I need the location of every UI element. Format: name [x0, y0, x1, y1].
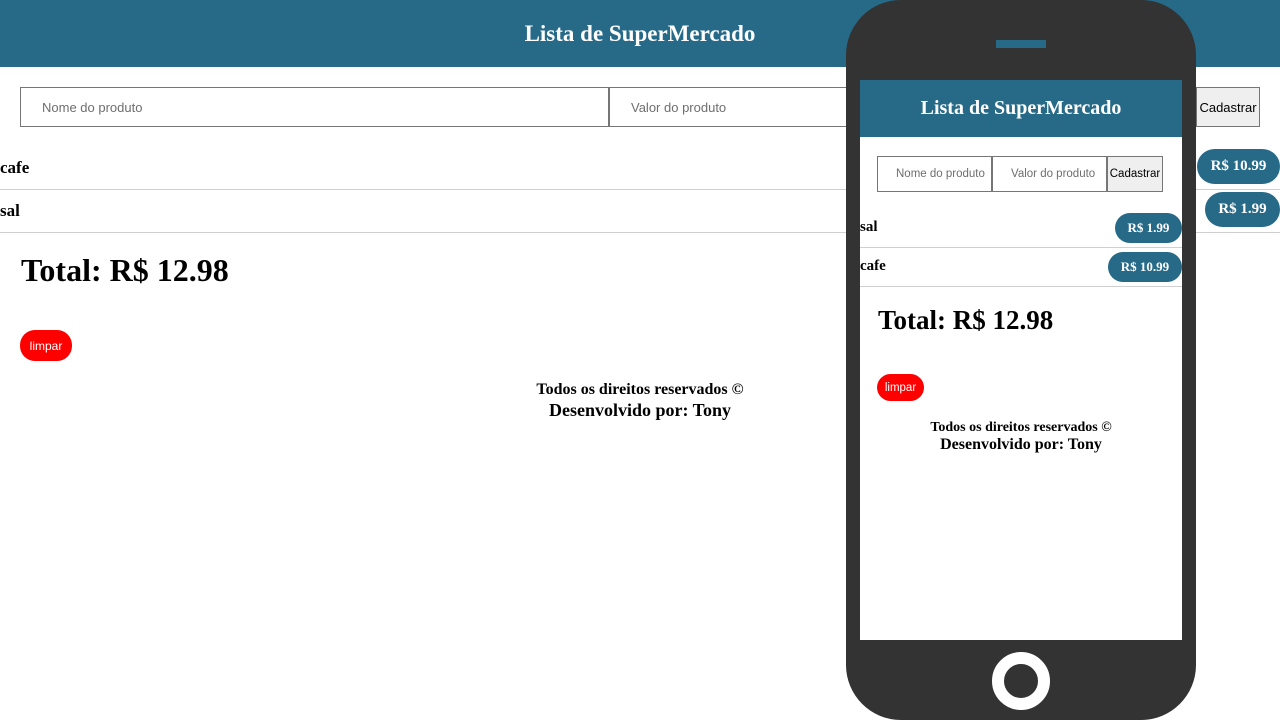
page-title: Lista de SuperMercado	[524, 20, 756, 46]
mobile-product-name-input[interactable]	[877, 156, 992, 192]
mobile-total-amount: Total: R$ 12.98	[878, 305, 1054, 335]
product-value-input[interactable]	[609, 87, 847, 127]
item-name: sal	[0, 201, 20, 220]
price-badge: R$ 10.99	[1197, 149, 1280, 184]
mobile-price-badge: R$ 1.99	[1115, 213, 1182, 243]
mobile-item-name: cafe	[860, 258, 886, 274]
price-badge: R$ 1.99	[1205, 192, 1280, 227]
footer-developer: Desenvolvido por: Tony	[548, 400, 732, 420]
mobile-clear-button[interactable]: limpar	[877, 374, 924, 401]
mobile-app-header: Lista de SuperMercado	[860, 80, 1182, 137]
total-amount: Total: R$ 12.98	[21, 252, 229, 288]
phone-screen: Lista de SuperMercado Cadastrar sal cafe…	[860, 80, 1182, 640]
mobile-footer-developer: Desenvolvido por: Tony	[940, 436, 1102, 453]
item-name: cafe	[0, 158, 30, 177]
footer-rights: Todos os direitos reservados ©	[536, 381, 744, 398]
mobile-price-badge: R$ 10.99	[1108, 252, 1182, 282]
mobile-product-value-input[interactable]	[992, 156, 1107, 192]
home-button-icon	[992, 652, 1050, 710]
register-button[interactable]: Cadastrar	[1196, 87, 1260, 127]
mobile-register-button[interactable]: Cadastrar	[1107, 156, 1163, 192]
product-name-input[interactable]	[20, 87, 609, 127]
mobile-item-name: sal	[860, 219, 878, 235]
mobile-page-title: Lista de SuperMercado	[920, 97, 1122, 119]
phone-speaker	[996, 40, 1046, 48]
mobile-footer-rights: Todos os direitos reservados ©	[930, 420, 1112, 435]
clear-button[interactable]: limpar	[20, 330, 72, 361]
